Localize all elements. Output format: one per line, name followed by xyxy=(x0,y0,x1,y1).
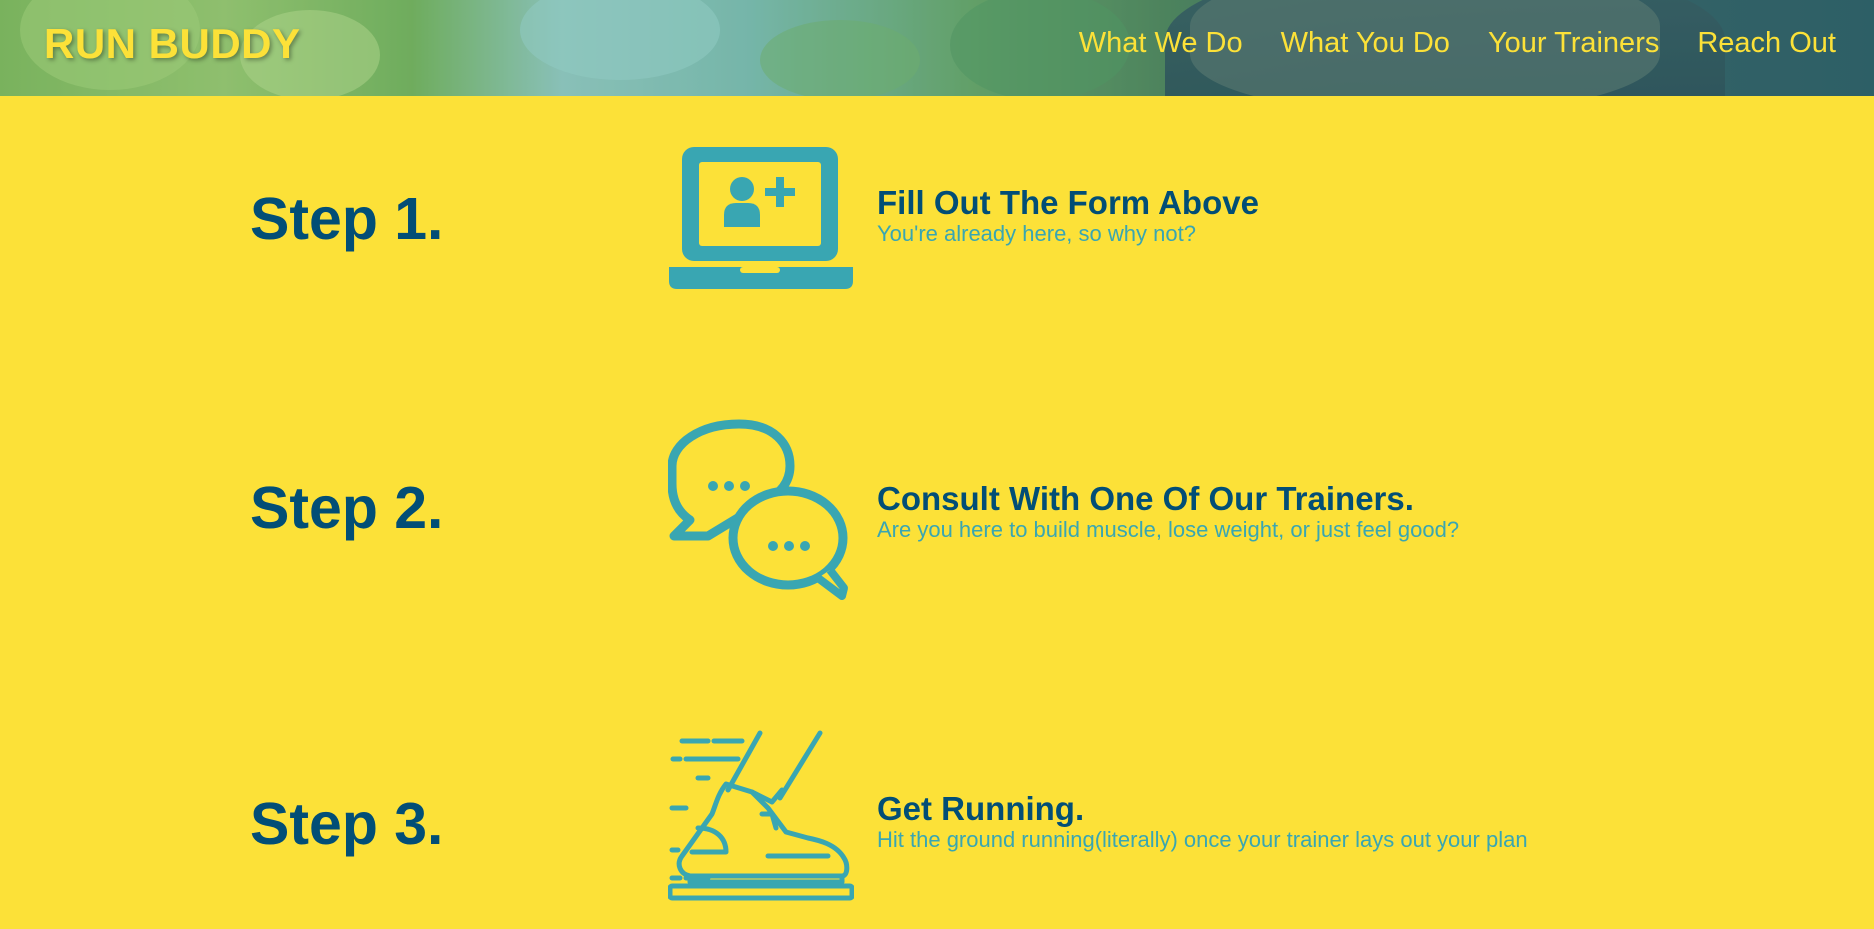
nav-link-what-you-do[interactable]: What You Do xyxy=(1281,27,1450,60)
step-description: Are you here to build muscle, lose weigh… xyxy=(877,517,1460,542)
step-description: You're already here, so why not? xyxy=(877,221,1196,246)
nav-link-what-we-do[interactable]: What We Do xyxy=(1079,27,1243,60)
nav-link-reach-out[interactable]: Reach Out xyxy=(1697,27,1836,60)
step-number: Step 1. xyxy=(250,186,444,252)
step-title: Consult With One Of Our Trainers. xyxy=(877,480,1414,517)
step-number: Step 3. xyxy=(250,791,444,857)
laptop-add-user-icon xyxy=(668,143,854,298)
step-title: Get Running. xyxy=(877,790,1085,827)
step-1: Step 1. Fill Out The Form Above You're a… xyxy=(0,140,1874,300)
site-logo[interactable]: RUN BUDDY xyxy=(44,20,301,68)
step-text: Get Running. Hit the ground running(lite… xyxy=(877,790,1528,853)
site-header: RUN BUDDY What We Do What You Do Your Tr… xyxy=(0,0,1874,96)
nav-link-your-trainers[interactable]: Your Trainers xyxy=(1488,27,1659,60)
chat-bubbles-icon xyxy=(667,418,854,609)
running-shoe-icon xyxy=(667,728,855,923)
step-title: Fill Out The Form Above xyxy=(877,184,1259,221)
step-text: Fill Out The Form Above You're already h… xyxy=(877,184,1259,247)
step-3: Step 3. Get Running. Hit the ground runn… xyxy=(0,724,1874,914)
step-number: Step 2. xyxy=(250,475,444,541)
step-text: Consult With One Of Our Trainers. Are yo… xyxy=(877,480,1459,543)
step-2: Step 2. Consult With One Of Our Trainers… xyxy=(0,414,1874,604)
main-nav: What We Do What You Do Your Trainers Rea… xyxy=(1079,27,1836,60)
step-description: Hit the ground running(literally) once y… xyxy=(877,827,1528,852)
